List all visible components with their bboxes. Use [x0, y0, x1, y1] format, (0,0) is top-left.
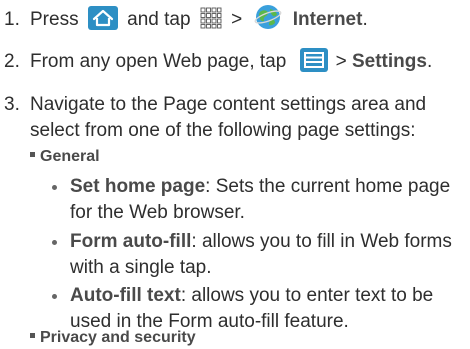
home-icon	[87, 6, 118, 30]
step-text: From any open Web page, tap	[30, 51, 287, 73]
bullet-icon	[52, 240, 57, 245]
item-label: Form auto-fill	[70, 231, 192, 252]
square-bullet-icon	[30, 152, 35, 158]
step-number: 3.	[4, 94, 20, 115]
step-text: and tap	[127, 9, 191, 31]
section-title: General	[40, 148, 100, 165]
separator: >	[335, 51, 347, 73]
item-label: Set home page	[70, 176, 206, 197]
section-header-privacy: Privacy and security	[30, 327, 196, 349]
step-text: Navigate to the Page content settings ar…	[30, 94, 427, 141]
section-header-general: General	[30, 146, 100, 168]
list-item: Form auto-fill: allows you to fill in We…	[52, 229, 468, 281]
apps-grid-icon	[200, 7, 222, 29]
step-text: .	[362, 9, 368, 31]
item-label: Auto-fill text	[70, 285, 181, 306]
list-item: Set home page: Sets the current home pag…	[52, 174, 468, 226]
step-text: .	[426, 51, 433, 73]
section-title: Privacy and security	[40, 329, 196, 346]
settings-label: Settings	[351, 51, 427, 73]
bullet-icon	[52, 185, 57, 190]
internet-label: Internet	[292, 9, 363, 31]
step-1: 1. Press and tap > Internet.	[0, 3, 368, 34]
step-number: 2.	[4, 51, 20, 73]
bullet-icon	[52, 294, 57, 299]
globe-icon	[254, 3, 282, 31]
instruction-page: 1. Press and tap > Internet. 2. From any…	[0, 0, 470, 346]
step-text: Press	[30, 9, 79, 31]
square-bullet-icon	[30, 333, 35, 339]
separator: >	[231, 9, 243, 31]
step-number: 1.	[4, 9, 20, 31]
menu-icon	[299, 48, 328, 72]
step-2: 2. From any open Web page, tap > Settings…	[0, 48, 433, 74]
